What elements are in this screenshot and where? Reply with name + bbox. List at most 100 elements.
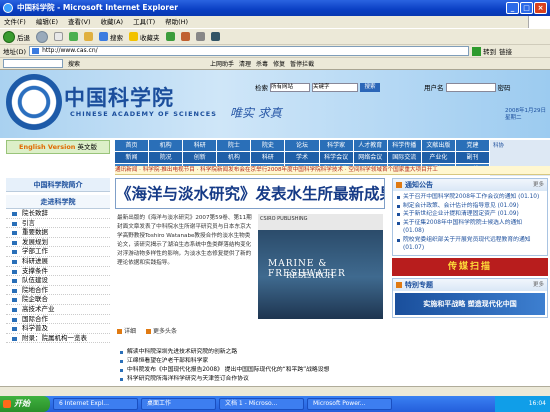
taskbar-ie[interactable]: 6 Internet Expl... [53,398,138,410]
journal-cover-image[interactable]: CSIRO PUBLISHING MARINE & FRESHWATER RES… [258,214,383,319]
nav-item[interactable]: 产业化 [421,152,456,164]
back-button[interactable]: 后退 [3,30,30,43]
nav-item[interactable]: 首页 [115,140,150,152]
nav-item[interactable]: 网络会议 [353,152,388,164]
nav-item[interactable]: 党建 [455,140,491,152]
notice-item[interactable]: 关于召开中国科学院2008年工作会议的通知 (01.10) [393,193,547,202]
more-headlines-link[interactable]: 更多头条 [146,326,177,335]
left-nav-item[interactable]: 院长致辞 [6,209,110,219]
refresh-icon[interactable] [69,32,78,41]
antivirus-button[interactable]: 杀毒 [256,59,268,68]
toolbar-search-button[interactable]: 搜索 [68,59,80,68]
news-item[interactable]: 中科院发布《中国现代化报告2008》 提出中国国际现代化的“和平跨”战略设想 [115,366,385,375]
stop-icon[interactable] [54,32,63,41]
print-icon[interactable] [195,32,205,41]
nav-item[interactable]: 学术 [285,152,320,164]
home-icon[interactable] [84,32,93,41]
left-nav-item[interactable]: 重要数据 [6,228,110,238]
menu-edit[interactable]: 编辑(E) [36,16,58,28]
media-scan-banner[interactable]: 传媒扫描 [392,257,548,276]
taskbar-desktop[interactable]: 桌面工作 [141,398,216,410]
left-nav-item[interactable]: 院企联合 [6,295,110,305]
nav-item[interactable]: 机构 [149,140,184,152]
special-banner[interactable]: 实施和平战略 塑造现代化中国 [395,292,545,315]
notice-item[interactable]: 制定会计政策、会计估计的指导意见 (01.09) [393,202,547,211]
minimize-button[interactable]: _ [506,2,519,14]
nav-item[interactable]: 院士 [217,140,252,152]
section-heading: 走进科学院 [6,195,110,209]
left-nav-item[interactable]: 支撑条件 [6,267,110,277]
nav-item[interactable]: 机构 [217,152,252,164]
nav-item[interactable]: 科学传播 [387,140,422,152]
favorites-button[interactable]: 收藏夹 [129,32,160,42]
menu-file[interactable]: 文件(F) [4,16,26,28]
english-version-link[interactable]: English Version 英文版 [6,140,110,154]
nav-item[interactable]: 人才教育 [353,140,388,152]
menu-view[interactable]: 查看(V) [68,16,91,28]
news-item[interactable]: 江绵恒看望在沪老干部和科学家 [115,357,385,366]
nav-item[interactable]: 院况 [149,152,184,164]
popup-block-button[interactable]: 暂停拦截 [290,59,314,68]
search-button[interactable]: 搜索 [99,32,123,42]
left-nav-item[interactable]: 学部工作 [6,247,110,257]
detail-link[interactable]: 详细 [117,326,136,335]
nav-item[interactable]: 创新 [183,152,218,164]
toolbar-search-input[interactable] [3,59,63,68]
system-tray-clock: 16:04 [495,396,550,412]
search-scope-select[interactable]: 所有网站 [270,82,310,92]
news-item[interactable]: 科学研究院所海洋科学研究与天津签订合作协议 [115,375,385,384]
repair-button[interactable]: 修复 [273,59,285,68]
clean-button[interactable]: 清理 [239,59,251,68]
left-nav-item[interactable]: 队伍建设 [6,276,110,286]
username-input[interactable] [445,82,496,92]
menu-favorites[interactable]: 收藏(A) [101,16,124,28]
nav-item[interactable]: 科研 [251,152,286,164]
left-nav-item[interactable]: 高技术产业 [6,305,110,315]
left-nav-item[interactable]: 科学普及 [6,324,110,334]
special-more-link[interactable]: 更多 [533,279,544,291]
left-nav-item[interactable]: 引言 [6,219,110,229]
notice-more-link[interactable]: 更多 [533,179,544,191]
notice-item[interactable]: 关于征集2008年中国科学院院士候选人的通知 (01.08) [393,219,547,236]
left-nav-item[interactable]: 院地合作 [6,286,110,296]
search-keyword-input[interactable]: 关键字 [312,82,358,92]
address-input[interactable]: http://www.cas.cn/ [29,46,470,56]
menu-tools[interactable]: 工具(T) [133,16,155,28]
maximize-button[interactable]: □ [520,2,533,14]
site-search-button[interactable]: 搜索 [360,82,380,92]
taskbar-powerpoint[interactable]: Microsoft Power... [307,398,392,410]
taskbar-word[interactable]: 文档 1 - Microso... [219,398,304,410]
notice-heading: 通知公告 更多 [393,179,547,191]
links-label[interactable]: 链接 [499,46,512,56]
left-nav-item[interactable]: 附录：院属机构一览表 [6,334,110,344]
notice-item[interactable]: 关于新世纪企业计提和清理固定资产 (01.09) [393,210,547,219]
headline[interactable]: 《海洋与淡水研究》发表水生所最新成果 [115,178,385,209]
nav-item[interactable]: 论坛 [285,140,320,152]
nav-item[interactable]: 文献出版 [421,140,456,152]
media-icon[interactable] [165,32,175,41]
nav-item[interactable]: 科学会议 [319,152,354,164]
edit-icon[interactable] [210,32,220,41]
nav-item[interactable]: 副刊 [455,152,491,164]
nav-item[interactable]: 院史 [251,140,286,152]
site-logo-cn[interactable]: 中国科学院 [64,82,174,112]
left-nav-item[interactable]: 科研进展 [6,257,110,267]
forward-button[interactable] [36,30,48,43]
news-item[interactable]: 解读中科院深圳先进技术研究院的创新之路 [115,348,385,357]
mail-icon[interactable] [180,32,190,41]
menu-help[interactable]: 帮助(H) [165,16,188,28]
nav-item[interactable]: 新闻 [115,152,150,164]
start-button[interactable]: 开始 [0,396,50,412]
close-button[interactable]: × [534,2,547,14]
go-button[interactable]: 转到 [472,46,496,56]
nav-item[interactable]: 国际交流 [387,152,422,164]
notice-item[interactable]: 院校党委组织部关于开展党员现代远程教育的通知 (01.07) [393,236,547,253]
left-nav-item[interactable]: 发展规划 [6,238,110,248]
nav-item[interactable]: 科学家 [319,140,354,152]
cas-emblem-icon[interactable] [6,74,62,130]
left-nav-item[interactable]: 国际合作 [6,315,110,325]
cas-intro-heading[interactable]: 中国科学院简介 [6,178,110,192]
nav-item[interactable]: 科研 [183,140,218,152]
assistant-button[interactable]: 上网助手 [210,59,234,68]
news-ticker[interactable]: 通讯新闻 · 科学院·推出电视节目 · 科学院新闻发布会在京举行2008年度中国… [115,166,550,175]
